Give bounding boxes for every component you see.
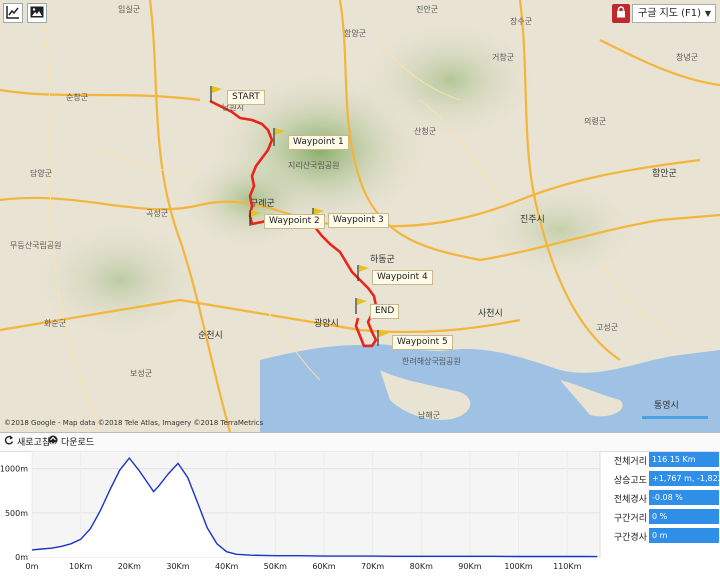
place-label: 곡성군 xyxy=(146,209,169,218)
waypoint-2-label[interactable]: Waypoint 2 xyxy=(264,214,325,229)
place-label: 함안군 xyxy=(652,169,677,179)
download-icon xyxy=(48,435,58,448)
place-label: 담양군 xyxy=(30,169,53,178)
map-view[interactable]: 임실군 진안군 장수군 함양군 거창군 산청군 의령군 창녕군 함안군 순창군 … xyxy=(0,0,720,432)
place-label: 구례군 xyxy=(250,199,275,209)
refresh-label: 새로고침 xyxy=(17,438,51,448)
route-stats-panel: 전체거리 116.15 Km 상승고도 +1,767 m, -1,822 m 전… xyxy=(612,452,720,547)
download-label: 다운로드 xyxy=(61,438,95,448)
map-type-value: 구글 지도 (F1) xyxy=(638,8,702,19)
stat-total-grade: 전체경사 -0.08 % xyxy=(612,490,720,506)
y-tick-label: 500m xyxy=(5,509,28,518)
waypoint-4-label[interactable]: Waypoint 4 xyxy=(372,270,433,285)
place-label: 산청군 xyxy=(414,127,437,136)
y-tick-label: 1000m xyxy=(0,465,28,474)
place-label: 남해군 xyxy=(418,411,441,420)
place-label: 의령군 xyxy=(584,117,607,126)
place-label: 지리산국립공원 xyxy=(288,161,340,170)
stat-value: 0 m xyxy=(649,528,719,543)
lock-icon xyxy=(616,6,626,21)
stat-label: 전체경사 xyxy=(613,495,647,505)
place-label: 순천시 xyxy=(198,331,223,341)
place-label: 한려해상국립공원 xyxy=(402,357,461,366)
map-toolbar: 구글 지도 (F1) ▼ xyxy=(0,0,720,28)
stat-section-distance: 구간거리 0 % xyxy=(612,509,720,525)
y-tick-label: 0m xyxy=(15,553,28,562)
place-label: 통영시 xyxy=(654,401,679,411)
x-tick-label: 30Km xyxy=(166,562,189,571)
chart-toggle-button[interactable] xyxy=(3,3,23,23)
place-label: 하동군 xyxy=(370,255,395,265)
x-tick-label: 110Km xyxy=(553,562,582,571)
waypoint-end-label[interactable]: END xyxy=(370,304,400,319)
place-label: 진주시 xyxy=(520,215,545,225)
place-label: 고성군 xyxy=(596,323,619,332)
stat-label: 구간경사 xyxy=(613,533,647,543)
map-type-select[interactable]: 구글 지도 (F1) ▼ xyxy=(632,4,716,23)
image-toggle-button[interactable] xyxy=(27,3,47,23)
stat-label: 상승고도 xyxy=(613,476,647,486)
x-tick-label: 70Km xyxy=(361,562,384,571)
place-label: 화순군 xyxy=(44,319,67,328)
stat-label: 구간거리 xyxy=(613,514,647,524)
chevron-down-icon: ▼ xyxy=(704,9,711,18)
download-button[interactable]: 다운로드 xyxy=(48,435,94,448)
x-tick-label: 50Km xyxy=(264,562,287,571)
x-tick-label: 80Km xyxy=(410,562,433,571)
refresh-button[interactable]: 새로고침 xyxy=(4,435,50,448)
image-icon xyxy=(30,6,44,21)
x-tick-label: 60Km xyxy=(312,562,335,571)
place-label: 사천시 xyxy=(478,309,503,319)
place-label: 보성군 xyxy=(130,369,153,378)
place-label: 창녕군 xyxy=(676,53,699,62)
place-label: 무등산국립공원 xyxy=(10,241,62,250)
x-tick-label: 10Km xyxy=(69,562,92,571)
chart-icon xyxy=(6,5,20,22)
stat-total-distance: 전체거리 116.15 Km xyxy=(612,452,720,468)
map-copyright: ©2018 Google - Map data ©2018 Tele Atlas… xyxy=(4,419,264,427)
place-label: 광양시 xyxy=(314,319,339,329)
profile-toolbar: 새로고침 다운로드 xyxy=(0,432,720,452)
x-tick-label: 0m xyxy=(26,562,39,571)
x-tick-label: 90Km xyxy=(458,562,481,571)
stat-value: 0 % xyxy=(649,509,719,524)
stat-elevation-gain: 상승고도 +1,767 m, -1,822 m xyxy=(612,471,720,487)
stat-section-grade: 구간경사 0 m xyxy=(612,528,720,544)
waypoint-start-label[interactable]: START xyxy=(227,90,265,105)
x-tick-label: 40Km xyxy=(215,562,238,571)
waypoint-5-label[interactable]: Waypoint 5 xyxy=(392,335,453,350)
stat-value: -0.08 % xyxy=(649,490,719,505)
map-scale-bar xyxy=(642,411,708,419)
waypoint-1-label[interactable]: Waypoint 1 xyxy=(288,135,349,150)
lock-button[interactable] xyxy=(612,4,630,23)
stat-value: +1,767 m, -1,822 m xyxy=(649,471,719,486)
x-tick-label: 100Km xyxy=(504,562,533,571)
stat-label: 전체거리 xyxy=(613,457,647,467)
place-label: 거창군 xyxy=(492,53,515,62)
refresh-icon xyxy=(4,435,14,448)
elevation-profile-chart[interactable]: 1000m 500m 0m 0m 10Km 20Km 30Km 40Km 50Km 60Km 70… xyxy=(0,451,610,581)
waypoint-3-label[interactable]: Waypoint 3 xyxy=(328,213,389,228)
place-label: 함양군 xyxy=(344,29,367,38)
stat-value: 116.15 Km xyxy=(649,452,719,467)
place-label: 순창군 xyxy=(66,93,89,102)
x-tick-label: 20Km xyxy=(118,562,141,571)
